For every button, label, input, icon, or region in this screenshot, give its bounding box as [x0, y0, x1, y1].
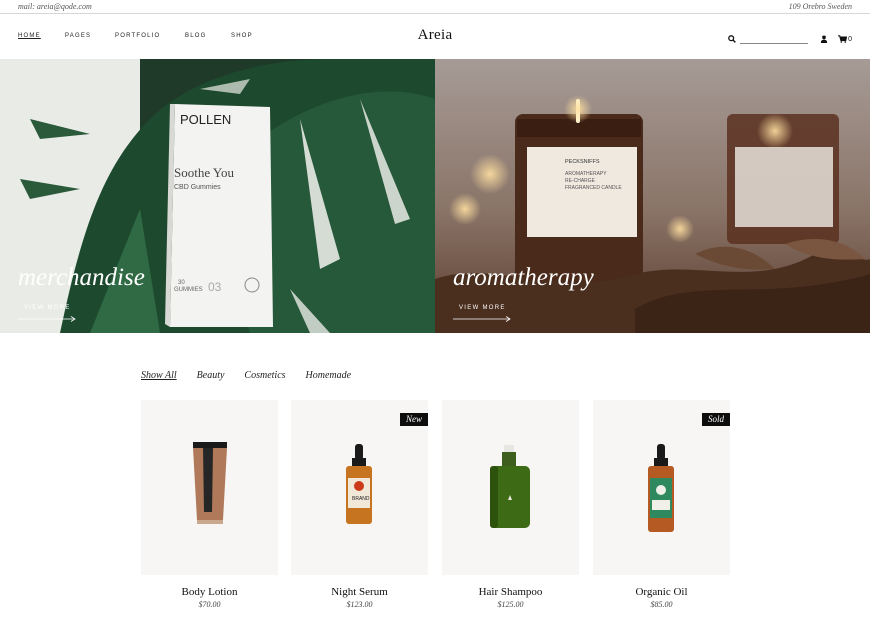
header-tools: 0	[728, 30, 852, 48]
arrow-right-icon[interactable]	[453, 316, 511, 322]
filter-cosmetics[interactable]: Cosmetics	[244, 370, 285, 381]
filter-homemade[interactable]: Homemade	[306, 370, 352, 381]
search-input[interactable]	[740, 34, 809, 44]
product-filters: Show All Beauty Cosmetics Homemade	[141, 370, 371, 381]
hero-aromatherapy[interactable]: PECKSNIFFS AROMATHERAPY RE-CHARGE FRAGRA…	[435, 59, 870, 333]
new-badge: New	[399, 413, 428, 426]
hair-shampoo-image	[490, 445, 530, 528]
hero-title: merchandise	[18, 264, 145, 291]
product-price: $125.00	[497, 600, 524, 609]
svg-text:03: 03	[208, 280, 222, 294]
product-card[interactable]: Hair Shampoo $125.00	[442, 400, 579, 609]
svg-text:BRAND: BRAND	[352, 496, 370, 502]
product-price: $70.00	[198, 600, 221, 609]
contact-email[interactable]: mail: areia@qode.com	[18, 2, 92, 11]
product-card[interactable]: Sold Organic Oil $85.00	[593, 400, 730, 609]
product-image[interactable]: Sold	[593, 400, 730, 575]
product-name[interactable]: Organic Oil	[593, 586, 730, 598]
product-name[interactable]: Body Lotion	[141, 586, 278, 598]
product-image[interactable]	[442, 400, 579, 575]
svg-text:30: 30	[178, 280, 185, 286]
search-icon[interactable]	[728, 30, 736, 48]
arrow-right-icon[interactable]	[18, 316, 76, 322]
view-more-link[interactable]: View More	[459, 305, 506, 311]
product-name[interactable]: Night Serum	[291, 586, 428, 598]
night-serum-image: BRAND	[346, 444, 372, 524]
hero-title: aromatherapy	[453, 264, 594, 291]
hero-merchandise[interactable]: POLLEN Soothe You CBD Gummies 30 GUMMIES…	[0, 59, 435, 333]
product-card[interactable]: New BRAND Night Serum $123.00	[291, 400, 428, 609]
svg-text:RE-CHARGE: RE-CHARGE	[565, 178, 596, 184]
product-price: $123.00	[346, 600, 373, 609]
svg-text:FRAGRANCED CANDLE: FRAGRANCED CANDLE	[565, 185, 622, 191]
cart-button[interactable]: 0	[838, 35, 852, 43]
product-image[interactable]	[141, 400, 278, 575]
product-price: $85.00	[650, 600, 673, 609]
svg-text:CBD Gummies: CBD Gummies	[174, 184, 221, 191]
svg-text:POLLEN: POLLEN	[180, 112, 231, 127]
cart-count: 0	[848, 35, 852, 43]
svg-text:AROMATHERAPY: AROMATHERAPY	[565, 171, 607, 177]
svg-text:PECKSNIFFS: PECKSNIFFS	[565, 159, 600, 165]
view-more-link[interactable]: View More	[24, 305, 71, 311]
user-icon[interactable]	[820, 30, 828, 48]
site-header: Home Pages Portfolio Blog Shop Areia 0	[0, 14, 870, 59]
organic-oil-image	[648, 444, 674, 532]
filter-show-all[interactable]: Show All	[141, 370, 177, 381]
svg-text:Soothe You: Soothe You	[174, 165, 234, 180]
contact-address: 109 Orebro Sweden	[788, 2, 852, 11]
cart-icon	[838, 35, 848, 43]
product-name[interactable]: Hair Shampoo	[442, 586, 579, 598]
sold-badge: Sold	[701, 413, 730, 426]
svg-text:GUMMIES: GUMMIES	[174, 287, 203, 293]
top-bar: mail: areia@qode.com 109 Orebro Sweden	[0, 0, 870, 14]
body-lotion-image	[193, 442, 227, 524]
filter-beauty[interactable]: Beauty	[197, 370, 225, 381]
product-image[interactable]: New BRAND	[291, 400, 428, 575]
product-card[interactable]: Body Lotion $70.00	[141, 400, 278, 609]
